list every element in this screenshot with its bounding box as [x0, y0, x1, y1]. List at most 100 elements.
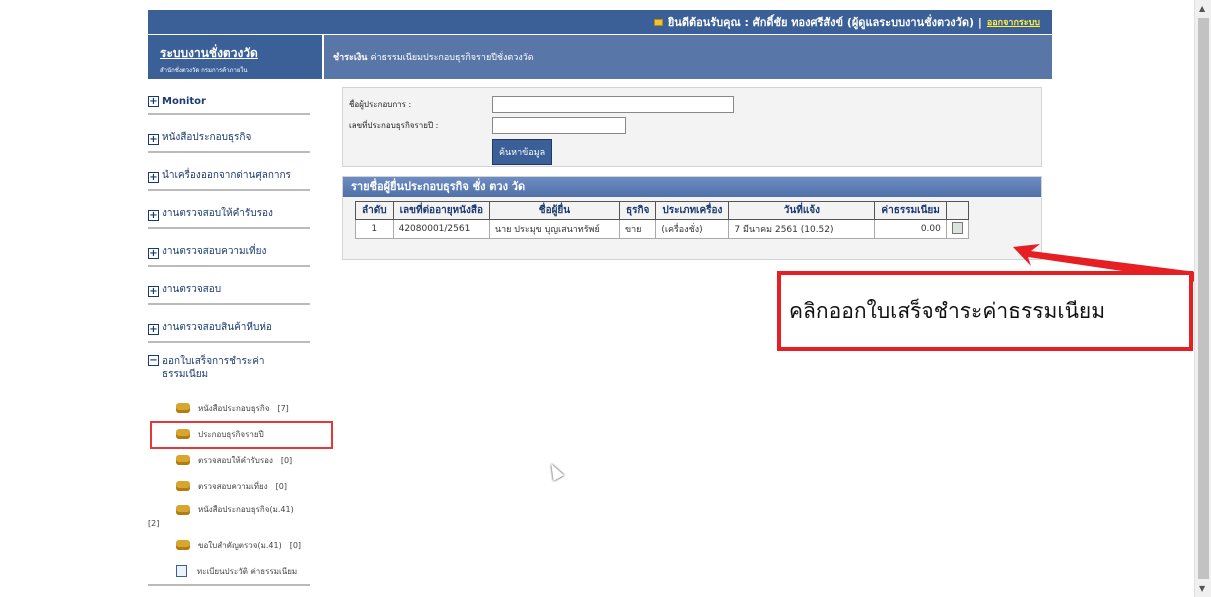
col-header: ลำดับ [355, 201, 394, 220]
coins-icon [176, 504, 190, 515]
header: ระบบงานชั่งตวงวัด สำนักชั่งตวงวัด กรมการ… [148, 35, 1052, 79]
list-panel: รายชื่อผู้ยื่นประกอบธุรกิจ ชั่ง ตวง วัด … [342, 176, 1042, 260]
sub-item-accuracy[interactable]: ตรวจสอบความเที่ยง [0] [148, 473, 310, 499]
highlight-box [150, 421, 333, 449]
sub-item-label: ตรวจสอบให้คำรับรอง [198, 455, 273, 465]
sidebar: + Monitor + หนังสือประกอบธุรกิจ + นำเครื… [148, 87, 310, 586]
callout-text: คลิกออกใบเสร็จชำระค่าธรรมเนียม [789, 298, 1106, 323]
search-button[interactable]: ค้นหาข้อมูล [492, 139, 553, 165]
search-panel: ชื่อผู้ประกอบการ : เลขที่ประกอบธุรกิจราย… [342, 87, 1042, 167]
sidebar-item-monitor[interactable]: + Monitor [148, 87, 310, 115]
sidebar-item-label: งานตรวจสอบสินค้าหีบห่อ [162, 322, 272, 333]
sidebar-item-label: งานตรวจสอบความเที่ยง [162, 246, 267, 257]
table-cell: 7 มีนาคม 2561 (10.52) [728, 219, 876, 239]
table-row: 1 42080001/2561 นาย ประมุข บุญเสนาทรัพย์… [355, 219, 969, 239]
expand-icon: + [148, 210, 159, 221]
sidebar-group-head[interactable]: − ออกใบเสร็จการชำระค่าธรรมเนียม [148, 355, 310, 381]
name-input[interactable] [492, 96, 734, 113]
sidebar-group-label: ออกใบเสร็จการชำระค่าธรรมเนียม [162, 356, 265, 380]
sidebar-item-label: หนังสือประกอบธุรกิจ [162, 132, 252, 143]
scroll-thumb[interactable] [1198, 18, 1209, 579]
expand-icon: + [148, 286, 159, 297]
sub-item-certificate-m41[interactable]: ขอใบสำคัญตรวจ(ม.41) [0] [148, 532, 310, 558]
col-header: ธุรกิจ [618, 201, 657, 220]
issue-receipt-cell [945, 219, 969, 239]
coins-icon [176, 481, 190, 491]
sub-item-fee-history[interactable]: ทะเบียนประวัติ ค่าธรรมเนียม [148, 558, 310, 584]
search-row-name: ชื่อผู้ประกอบการ : [349, 94, 1041, 115]
collapse-icon: − [148, 355, 159, 366]
table-cell: ขาย [618, 219, 657, 239]
sub-item-count: [0] [289, 540, 302, 550]
col-header: วันที่แจ้ง [728, 201, 876, 220]
sidebar-item-certification[interactable]: + งานตรวจสอบให้คำรับรอง [148, 191, 310, 229]
table-cell: (เครื่องชั่ง) [655, 219, 730, 239]
sub-item-label: หนังสือประกอบธุรกิจ [198, 403, 270, 413]
coins-icon [176, 455, 190, 465]
sub-item-count: [0] [280, 455, 293, 465]
expand-icon: + [148, 324, 159, 335]
col-header: เลขที่ต่ออายุหนังสือ [392, 201, 490, 220]
sidebar-item-business-license[interactable]: + หนังสือประกอบธุรกิจ [148, 115, 310, 153]
page-header: ชำระเงิน ค่าธรรมเนียมประกอบธุรกิจรายปีชั… [324, 35, 1052, 79]
col-header: ค่าธรรมเนียม [874, 201, 947, 220]
applicant-table: ลำดับ เลขที่ต่ออายุหนังสือ ชื่อผู้ยื่น ธ… [355, 201, 969, 239]
logout-link[interactable]: ออกจากระบบ [987, 15, 1040, 29]
table-cell: 0.00 [874, 219, 947, 239]
sidebar-item-inspection[interactable]: + งานตรวจสอบ [148, 267, 310, 305]
sub-item-label: ขอใบสำคัญตรวจ(ม.41) [198, 540, 282, 550]
sub-item-count: [7] [277, 403, 289, 413]
brand-subtitle: สำนักชั่งตวงวัด กรมการค้าภายใน [160, 67, 248, 74]
sub-item-count: [0] [275, 481, 287, 491]
table-cell: 42080001/2561 [392, 219, 490, 239]
sub-item-count: [2] [148, 519, 160, 528]
sub-item-label: ทะเบียนประวัติ ค่าธรรมเนียม [197, 566, 298, 576]
sidebar-item-label: งานตรวจสอบ [162, 284, 222, 295]
sub-item-license-m41[interactable]: หนังสือประกอบธุรกิจ(ม.41) [2] [148, 499, 310, 532]
expand-icon: + [148, 134, 159, 145]
coins-icon [176, 540, 190, 550]
license-input[interactable] [492, 117, 626, 134]
sidebar-item-label: นำเครื่องออกจากด่านศุลกากร [162, 170, 291, 181]
sub-item-label: ตรวจสอบความเที่ยง [198, 481, 268, 491]
scrollbar[interactable]: ▲ ▼ [1194, 0, 1211, 597]
sub-item-business-license[interactable]: หนังสือประกอบธุรกิจ [7] [148, 395, 310, 421]
sub-item-label: หนังสือประกอบธุรกิจ(ม.41) [198, 505, 294, 514]
scroll-down-icon[interactable]: ▼ [1199, 584, 1205, 593]
welcome-text: ยินดีต้อนรับคุณ : ศักดิ์ชัย ทองศรีสังข์ … [667, 16, 982, 29]
list-title: รายชื่อผู้ยื่นประกอบธุรกิจ ชั่ง ตวง วัด [343, 177, 1041, 197]
expand-icon: + [148, 96, 159, 107]
sidebar-item-label: งานตรวจสอบให้คำรับรอง [162, 208, 273, 219]
license-label: เลขที่ประกอบธุรกิจรายปี : [349, 121, 439, 130]
col-header: ประเภทเครื่อง [655, 201, 730, 220]
page: ยินดีต้อนรับคุณ : ศักดิ์ชัย ทองศรีสังข์ … [0, 0, 1211, 597]
main-content: ชื่อผู้ประกอบการ : เลขที่ประกอบธุรกิจราย… [342, 87, 1042, 260]
document-icon [176, 565, 187, 577]
sub-item-certification[interactable]: ตรวจสอบให้คำรับรอง [0] [148, 447, 310, 473]
mouse-cursor-icon [545, 461, 565, 481]
brand-title[interactable]: ระบบงานชั่งตวงวัด [160, 44, 322, 63]
col-header: ชื่อผู้ยื่น [488, 201, 620, 220]
sidebar-item-packaged[interactable]: + งานตรวจสอบสินค้าหีบห่อ [148, 305, 310, 343]
search-row-license: เลขที่ประกอบธุรกิจรายปี : [349, 115, 1041, 136]
col-header-action [945, 201, 969, 220]
expand-icon: + [148, 172, 159, 183]
page-title: ค่าธรรมเนียมประกอบธุรกิจรายปีชั่งตวงวัด [370, 53, 534, 63]
brand: ระบบงานชั่งตวงวัด สำนักชั่งตวงวัด กรมการ… [148, 35, 322, 79]
sidebar-item-customs[interactable]: + นำเครื่องออกจากด่านศุลกากร [148, 153, 310, 191]
name-label: ชื่อผู้ประกอบการ : [349, 100, 412, 109]
scroll-up-icon[interactable]: ▲ [1199, 4, 1205, 13]
top-bar: ยินดีต้อนรับคุณ : ศักดิ์ชัย ทองศรีสังข์ … [148, 10, 1052, 34]
table-cell: นาย ประมุข บุญเสนาทรัพย์ [488, 219, 620, 239]
callout-box: คลิกออกใบเสร็จชำระค่าธรรมเนียม [777, 271, 1193, 351]
coins-icon [176, 403, 190, 413]
table-cell: 1 [355, 219, 394, 239]
mail-icon[interactable] [653, 18, 663, 26]
sidebar-item-receipts[interactable]: − ออกใบเสร็จการชำระค่าธรรมเนียม หนังสือป… [148, 343, 310, 586]
table-header-row: ลำดับ เลขที่ต่ออายุหนังสือ ชื่อผู้ยื่น ธ… [355, 201, 969, 220]
expand-icon: + [148, 248, 159, 259]
calculator-icon[interactable] [951, 221, 963, 234]
page-section: ชำระเงิน [333, 53, 368, 63]
sidebar-item-accuracy[interactable]: + งานตรวจสอบความเที่ยง [148, 229, 310, 267]
sidebar-item-label: Monitor [162, 96, 206, 107]
